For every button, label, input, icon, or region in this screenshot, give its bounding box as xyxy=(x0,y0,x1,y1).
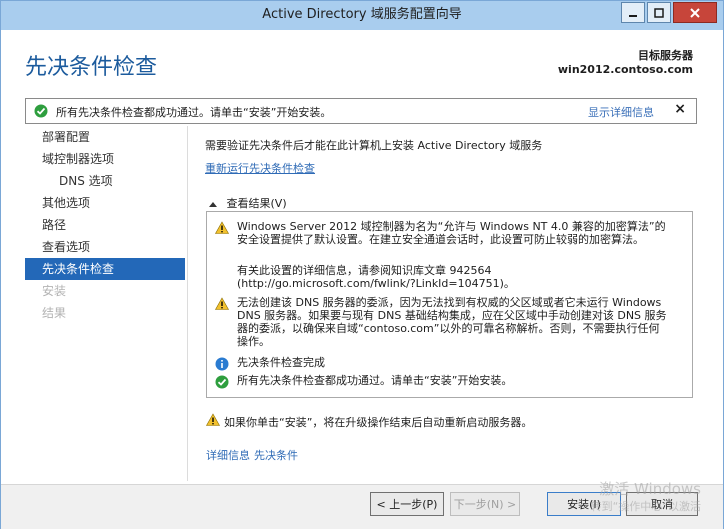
main-content: 需要验证先决条件后才能在此计算机上安装 Active Directory 域服务… xyxy=(205,137,695,176)
close-button[interactable] xyxy=(673,2,717,23)
target-server-label: 目标服务器 xyxy=(638,49,693,62)
prerequisites-link[interactable]: 先决条件 xyxy=(254,449,298,462)
activation-watermark: 激活 Windows 转到“操作中心”以激活 xyxy=(591,481,701,515)
close-icon xyxy=(690,7,700,18)
wizard-nav: 部署配置 域控制器选项 DNS 选项 其他选项 路径 查看选项 先决条件检查 安… xyxy=(25,126,185,324)
nav-divider xyxy=(187,126,188,481)
title-bar[interactable]: Active Directory 域服务配置向导 xyxy=(1,1,723,30)
page-title: 先决条件检查 xyxy=(25,55,158,80)
sidebar-item-dns-options[interactable]: DNS 选项 xyxy=(25,170,185,192)
notice-message: 所有先决条件检查都成功通过。请单击“安装”开始安装。 xyxy=(56,106,332,119)
target-server: 目标服务器 win2012.contoso.com xyxy=(558,49,693,77)
restart-warning-text: 如果你单击“安装”，将在升级操作结束后自动重新启动服务器。 xyxy=(224,416,533,429)
maximize-button[interactable] xyxy=(647,2,671,23)
result-text: 先决条件检查完成 xyxy=(237,356,325,369)
dismiss-notice-button[interactable]: × xyxy=(674,101,686,117)
results-panel[interactable]: Windows Server 2012 域控制器为名为“允许与 Windows … xyxy=(206,211,693,398)
chevron-up-icon xyxy=(209,197,227,210)
prev-button[interactable]: < 上一步(P) xyxy=(370,492,444,516)
result-item: 无法创建该 DNS 服务器的委派，因为无法找到有权威的父区域或者它未运行 Win… xyxy=(214,296,670,352)
minimize-icon xyxy=(629,14,637,17)
show-details-link[interactable]: 显示详细信息 xyxy=(588,104,654,120)
warning-icon xyxy=(214,221,230,237)
result-text: Windows Server 2012 域控制器为名为“允许与 Windows … xyxy=(237,220,666,246)
result-text: 所有先决条件检查都成功通过。请单击“安装”开始安装。 xyxy=(237,374,513,387)
window-title: Active Directory 域服务配置向导 xyxy=(262,7,462,22)
result-text: 有关此设置的详细信息，请参阅知识库文章 942564 (http://go.mi… xyxy=(237,264,515,290)
view-results-toggle[interactable]: 查看结果(V) xyxy=(209,195,287,211)
next-button: 下一步(N) > xyxy=(450,492,520,516)
sidebar-item-dc-options[interactable]: 域控制器选项 xyxy=(25,148,185,170)
window-controls xyxy=(621,2,717,23)
more-info-links: 详细信息 先决条件 xyxy=(206,447,302,463)
view-results-label: 查看结果(V) xyxy=(226,197,287,210)
sidebar-item-deployment[interactable]: 部署配置 xyxy=(25,126,185,148)
result-item: 有关此设置的详细信息，请参阅知识库文章 942564 (http://go.mi… xyxy=(215,264,670,292)
target-server-value: win2012.contoso.com xyxy=(557,63,693,76)
warning-icon xyxy=(205,413,221,429)
check-icon xyxy=(215,375,229,392)
sidebar-item-install: 安装 xyxy=(42,284,67,298)
result-item: Windows Server 2012 域控制器为名为“允许与 Windows … xyxy=(214,220,670,260)
page-description: 需要验证先决条件后才能在此计算机上安装 Active Directory 域服务 xyxy=(205,139,543,152)
minimize-button[interactable] xyxy=(621,2,645,23)
sidebar-item-review[interactable]: 查看选项 xyxy=(25,236,185,258)
status-notice-bar: 所有先决条件检查都成功通过。请单击“安装”开始安装。 显示详细信息 × xyxy=(25,98,697,124)
watermark-line-1: 激活 Windows xyxy=(599,480,701,498)
maximize-icon xyxy=(654,7,664,18)
check-icon xyxy=(34,104,48,121)
sidebar-item-additional-options[interactable]: 其他选项 xyxy=(25,192,185,214)
sidebar-item-results: 结果 xyxy=(42,306,67,320)
more-info-link[interactable]: 详细信息 xyxy=(206,449,250,462)
sidebar-item-prereq-check[interactable]: 先决条件检查 xyxy=(25,258,185,280)
sidebar-item-paths[interactable]: 路径 xyxy=(25,214,185,236)
result-item: 所有先决条件检查都成功通过。请单击“安装”开始安装。 xyxy=(215,374,670,389)
rerun-prereq-link[interactable]: 重新运行先决条件检查 xyxy=(205,160,695,176)
watermark-line-2: 转到“操作中心”以激活 xyxy=(590,500,701,513)
wizard-window: Active Directory 域服务配置向导 先决条件检查 目标服务器 wi… xyxy=(0,0,724,529)
result-text: 无法创建该 DNS 服务器的委派，因为无法找到有权威的父区域或者它未运行 Win… xyxy=(237,296,667,348)
result-item: 先决条件检查完成 xyxy=(215,356,670,371)
warning-icon xyxy=(214,297,230,313)
info-icon xyxy=(215,357,229,374)
